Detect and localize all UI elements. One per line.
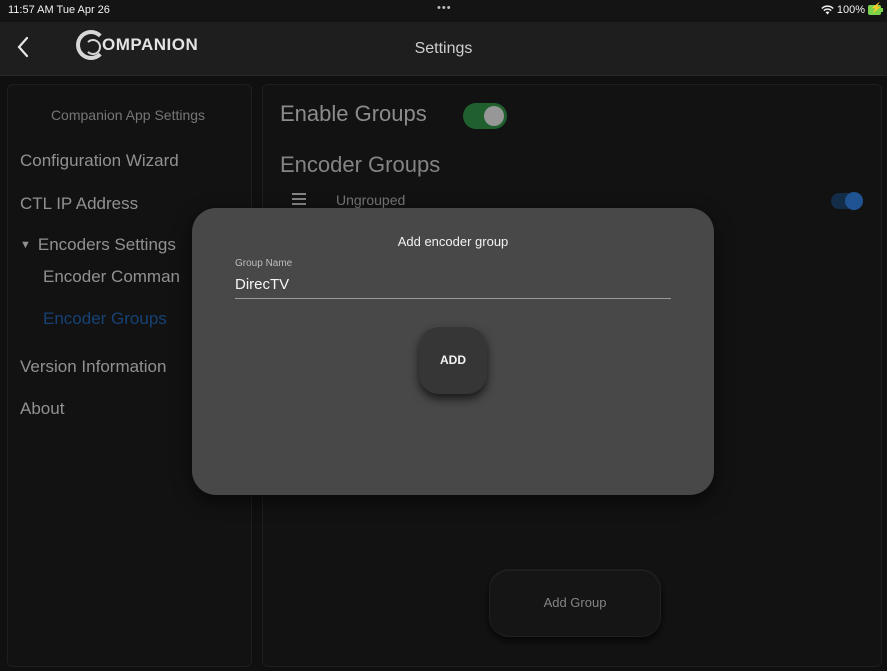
dialog-title: Add encoder group xyxy=(397,234,509,249)
app-header: OMPANION Settings xyxy=(0,22,887,76)
add-button[interactable]: ADD xyxy=(419,326,487,394)
group-name-label: Group Name xyxy=(235,258,293,269)
status-right: 100% ⚡ xyxy=(821,3,883,16)
group-name-input[interactable] xyxy=(235,271,671,299)
wifi-icon xyxy=(821,5,834,15)
status-time: 11:57 AM Tue Apr 26 xyxy=(8,4,110,16)
status-bar: 11:57 AM Tue Apr 26 ••• 100% ⚡ xyxy=(0,0,887,22)
multitasking-dots[interactable]: ••• xyxy=(437,2,452,14)
add-encoder-group-dialog: Add encoder group Group Name ADD xyxy=(192,208,714,495)
page-title: Settings xyxy=(414,40,473,57)
battery-percent: 100% xyxy=(836,4,865,16)
battery-icon: ⚡ xyxy=(868,3,883,15)
